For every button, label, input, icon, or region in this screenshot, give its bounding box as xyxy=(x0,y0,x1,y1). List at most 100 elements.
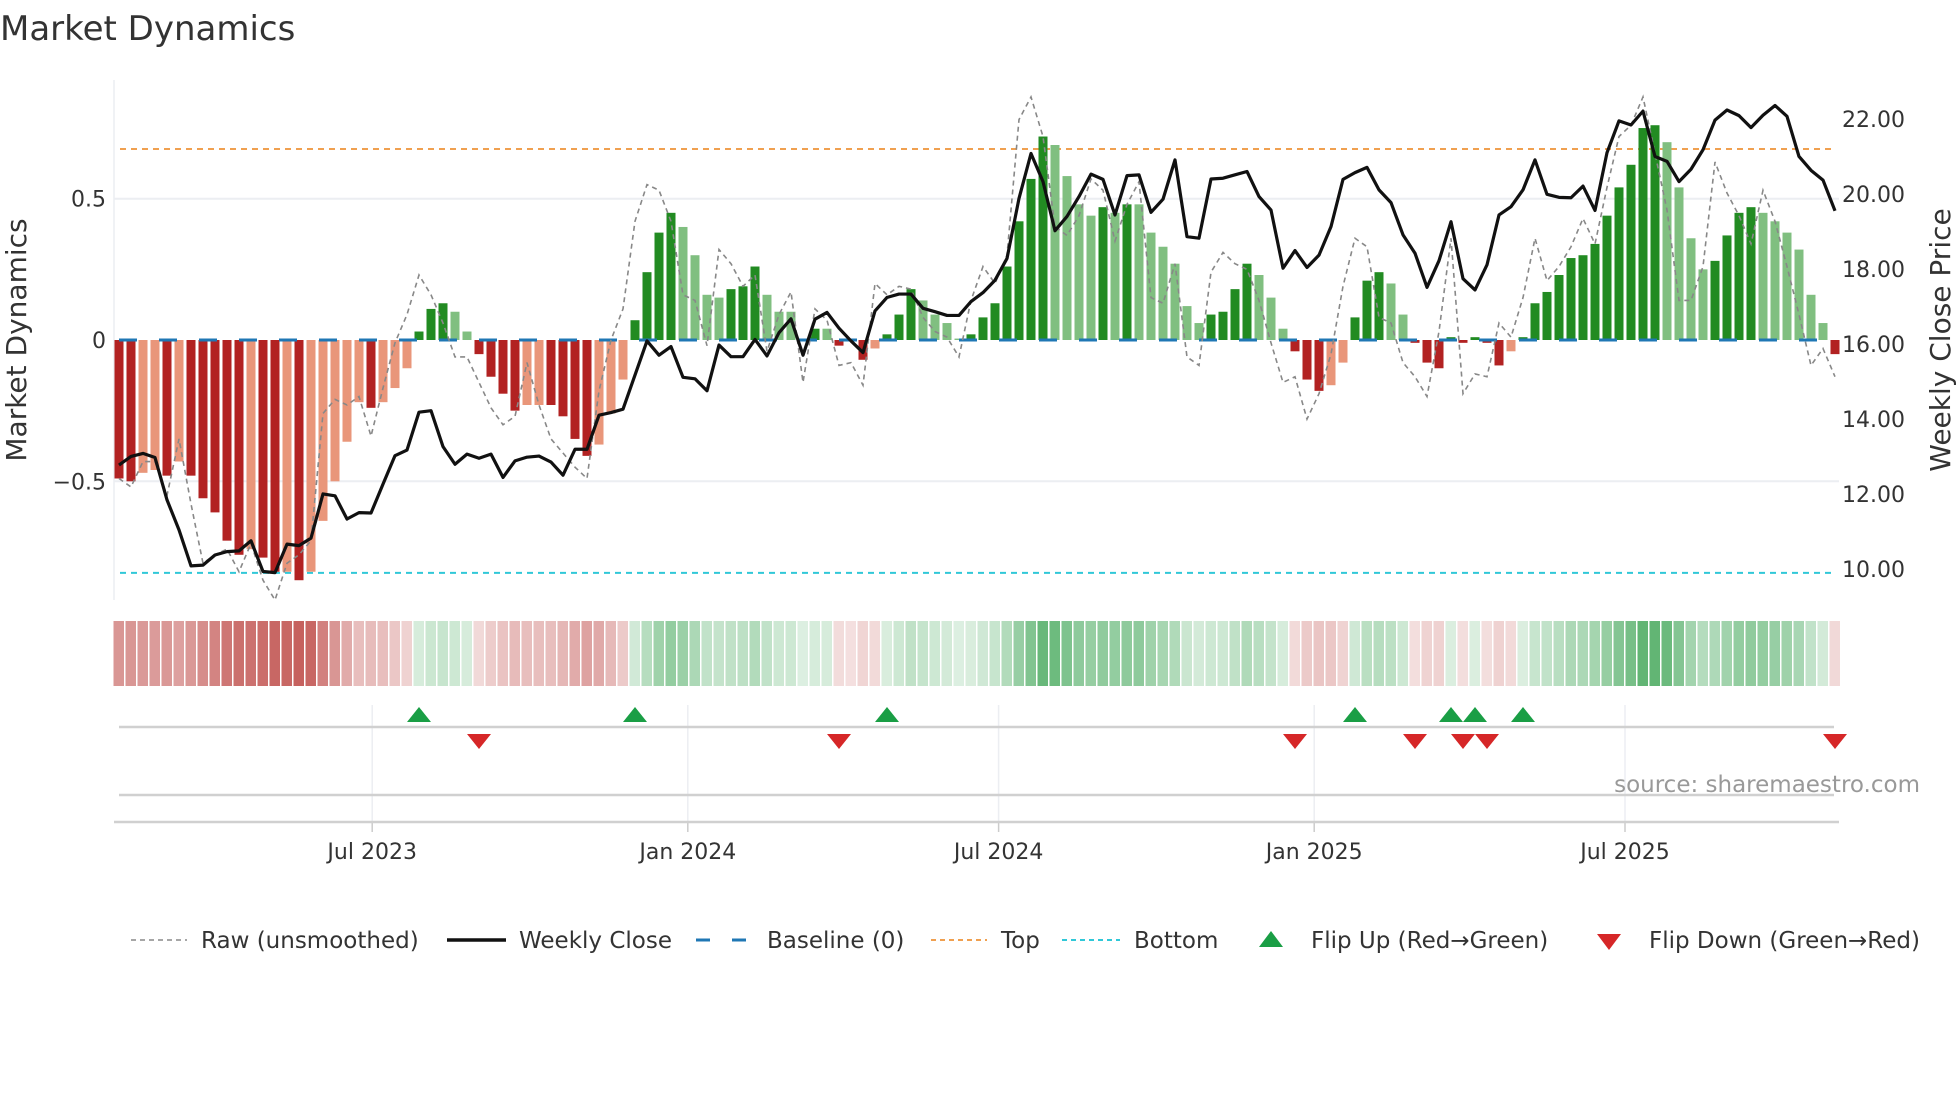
heat-cell xyxy=(485,621,496,686)
heat-cell xyxy=(1001,621,1012,686)
flip-down-marker xyxy=(827,734,851,749)
heat-cell xyxy=(917,621,928,686)
heat-cell xyxy=(341,621,352,686)
bar xyxy=(630,320,640,340)
heat-cell xyxy=(1061,621,1072,686)
heat-cell xyxy=(1361,621,1372,686)
heat-cell xyxy=(605,621,616,686)
flip-up-marker xyxy=(1343,707,1367,722)
heat-cell xyxy=(1745,621,1756,686)
heat-cell xyxy=(329,621,340,686)
bar xyxy=(1530,303,1540,340)
heat-cell xyxy=(1313,621,1324,686)
heat-cell xyxy=(617,621,628,686)
bar xyxy=(1422,340,1432,363)
heat-cell xyxy=(1397,621,1408,686)
bar xyxy=(1302,340,1312,380)
heat-cell xyxy=(1241,621,1252,686)
heat-cell xyxy=(1637,621,1648,686)
heat-cell xyxy=(1145,621,1156,686)
heat-cell xyxy=(509,621,520,686)
bar xyxy=(1710,260,1720,340)
heat-cell xyxy=(1589,621,1600,686)
y-tick-label: −0.5 xyxy=(53,470,106,495)
heat-cell xyxy=(1769,621,1780,686)
heat-cell xyxy=(1481,621,1492,686)
heat-cell xyxy=(1109,621,1120,686)
x-tick-label: Jan 2025 xyxy=(1264,840,1363,865)
bar xyxy=(1362,280,1372,340)
heat-cell xyxy=(677,621,688,686)
heat-cell xyxy=(1661,621,1672,686)
bar xyxy=(210,340,220,513)
heat-cell xyxy=(113,621,124,686)
heat-cell xyxy=(929,621,940,686)
heat-cell xyxy=(725,621,736,686)
heat-cell xyxy=(965,621,976,686)
heat-cell xyxy=(821,621,832,686)
flip-markers xyxy=(119,705,1847,822)
bar xyxy=(450,311,460,340)
bar xyxy=(558,340,568,417)
bar xyxy=(1242,263,1252,340)
flip-down-marker xyxy=(1283,734,1307,749)
heat-cell xyxy=(353,621,364,686)
bar xyxy=(570,340,580,439)
heat-cell xyxy=(1157,621,1168,686)
heat-cell xyxy=(1457,621,1468,686)
bar xyxy=(726,289,736,340)
heat-cell xyxy=(317,621,328,686)
heat-cell xyxy=(797,621,808,686)
heat-cell xyxy=(629,621,640,686)
legend-flip-up-icon xyxy=(1259,931,1283,947)
bar xyxy=(390,340,400,389)
bar xyxy=(546,340,556,405)
bar xyxy=(426,308,436,340)
legend-label-bottom: Bottom xyxy=(1134,928,1218,954)
legend-label-raw: Raw (unsmoothed) xyxy=(201,928,419,954)
heat-cell xyxy=(1469,621,1480,686)
heat-cell xyxy=(1529,621,1540,686)
heat-cell xyxy=(761,621,772,686)
flip-up-marker xyxy=(1511,707,1535,722)
heat-cell xyxy=(269,621,280,686)
bar xyxy=(1638,128,1648,340)
bar xyxy=(162,340,172,476)
heat-cell xyxy=(1805,621,1816,686)
heat-cell xyxy=(365,621,376,686)
heat-cell xyxy=(737,621,748,686)
bar xyxy=(1038,136,1048,340)
heat-cell xyxy=(569,621,580,686)
heat-cell xyxy=(581,621,592,686)
bar xyxy=(1494,340,1504,366)
bar xyxy=(1542,291,1552,340)
bar xyxy=(1218,311,1228,340)
y-axis-title: Market Dynamics xyxy=(0,218,33,461)
raw-unsmoothed-line xyxy=(118,94,1836,602)
heat-cell xyxy=(449,621,460,686)
heat-cell xyxy=(1217,621,1228,686)
bar xyxy=(1662,142,1672,340)
bar xyxy=(510,340,520,411)
heat-cell xyxy=(1277,621,1288,686)
legend-label-flip_down: Flip Down (Green→Red) xyxy=(1649,928,1920,954)
bar xyxy=(1602,215,1612,340)
bar xyxy=(1278,328,1288,340)
heat-cell xyxy=(1049,621,1060,686)
heat-cell xyxy=(1685,621,1696,686)
heat-cell xyxy=(413,621,424,686)
bar xyxy=(678,226,688,340)
heat-cell xyxy=(1385,621,1396,686)
bar xyxy=(1458,340,1468,343)
bar xyxy=(1254,275,1264,340)
bar xyxy=(690,255,700,340)
heat-cell xyxy=(125,621,136,686)
heat-cell xyxy=(1817,621,1828,686)
bar xyxy=(642,272,652,340)
bar xyxy=(1398,314,1408,340)
heat-cell xyxy=(533,621,544,686)
heat-cell xyxy=(1565,621,1576,686)
heat-cell xyxy=(953,621,964,686)
y2-tick-label: 14.00 xyxy=(1842,408,1905,433)
bar xyxy=(270,340,280,572)
